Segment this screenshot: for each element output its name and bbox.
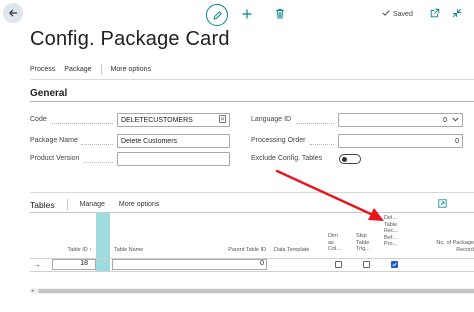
header-line: Col...	[328, 246, 341, 252]
label-leader	[310, 144, 334, 145]
expand-icon	[438, 199, 447, 210]
open-in-new-icon	[430, 8, 440, 20]
checkmark-icon	[382, 9, 390, 19]
package-menu[interactable]: Package	[64, 66, 91, 73]
more-options-menu[interactable]: More options	[111, 66, 151, 73]
new-button[interactable]	[242, 9, 252, 21]
processing-order-value: 0	[455, 137, 459, 145]
back-button[interactable]	[3, 3, 23, 23]
open-new-window-button[interactable]	[430, 8, 440, 20]
divider	[66, 199, 68, 210]
package-name-field[interactable]: Delete Customers	[117, 134, 230, 148]
edit-button[interactable]	[206, 4, 228, 26]
dimensions-as-columns-checkbox[interactable]	[335, 261, 342, 268]
table-id-value: 18	[80, 260, 88, 267]
table-row[interactable]: → 18 0	[30, 259, 474, 271]
horizontal-scrollbar[interactable]: ◂	[30, 288, 474, 294]
column-header-skip-table-triggers[interactable]: Skip Table Trig...	[356, 233, 372, 253]
column-header-data-template[interactable]: Data Template	[274, 247, 309, 254]
scroll-left-icon[interactable]: ◂	[31, 288, 34, 294]
arrow-left-icon	[8, 8, 18, 18]
plus-icon	[242, 9, 252, 21]
expand-part-button[interactable]	[438, 199, 447, 210]
label-leader	[84, 162, 113, 163]
language-id-value: 0	[443, 116, 447, 124]
column-header-table-id[interactable]: Table ID ↑	[62, 247, 92, 254]
column-header-dimensions-as-columns[interactable]: Dim as Col...	[328, 233, 344, 253]
page-title: Config. Package Card	[30, 28, 230, 50]
column-header-parent-table-id[interactable]: Parent Table ID	[220, 247, 266, 254]
delete-button[interactable]	[275, 8, 285, 21]
divider	[30, 79, 474, 80]
tables-action-bar: Tables Manage More options	[30, 199, 159, 210]
exclude-config-tables-toggle[interactable]	[339, 154, 361, 164]
manage-menu[interactable]: Manage	[80, 201, 105, 208]
column-header-table-name[interactable]: Table Name	[114, 247, 143, 254]
package-name-label: Package Name	[30, 137, 78, 144]
row-divider	[30, 271, 474, 272]
section-title-general: General	[30, 88, 68, 99]
saved-status: Saved	[382, 9, 413, 19]
tables-grid: Table ID ↑ Table Name Parent Table ID Da…	[30, 213, 474, 272]
product-version-label: Product Version	[30, 155, 80, 162]
column-header-no-of-package-records[interactable]: No. of Package Record	[410, 240, 474, 253]
label-leader	[81, 144, 113, 145]
processing-order-field[interactable]: 0	[338, 134, 463, 148]
lookup-icon[interactable]	[219, 115, 226, 125]
checkmark-icon	[392, 262, 397, 267]
annotation-arrow	[275, 169, 384, 221]
label-leader	[296, 123, 334, 124]
trash-icon	[275, 8, 285, 21]
code-field[interactable]: DELETECUSTOMERS	[117, 113, 230, 127]
package-name-value: Delete Customers	[121, 137, 178, 145]
toggle-knob	[342, 156, 347, 162]
saved-label: Saved	[393, 10, 413, 18]
label-leader	[52, 123, 113, 124]
collapse-button[interactable]	[452, 8, 462, 20]
collapse-icon	[452, 8, 462, 20]
chevron-down-icon[interactable]	[452, 117, 459, 124]
row-selector-arrow[interactable]: →	[33, 260, 41, 269]
header-line: Record	[456, 246, 474, 253]
scrollbar-thumb[interactable]	[38, 289, 474, 293]
action-bar: Process Package More options	[30, 64, 151, 75]
divider	[30, 101, 474, 102]
delete-table-records-checkbox[interactable]	[391, 261, 398, 268]
tables-title: Tables	[30, 199, 55, 210]
header-line: Pro...	[384, 241, 398, 247]
tables-more-options-menu[interactable]: More options	[119, 201, 159, 208]
divider	[100, 64, 102, 75]
processing-order-label: Processing Order	[251, 137, 306, 144]
parent-table-id-value: 0	[260, 260, 264, 267]
exclude-config-tables-label: Exclude Config. Tables	[251, 155, 323, 162]
language-id-field[interactable]: 0	[338, 113, 463, 127]
skip-table-triggers-checkbox[interactable]	[363, 261, 370, 268]
code-value: DELETECUSTOMERS	[121, 116, 193, 124]
product-version-field[interactable]	[117, 152, 230, 166]
code-label: Code	[30, 116, 47, 123]
pencil-icon	[212, 10, 223, 21]
divider	[30, 192, 474, 193]
language-id-label: Language ID	[251, 116, 292, 123]
process-menu[interactable]: Process	[30, 66, 55, 73]
header-line: Trig...	[356, 246, 370, 252]
